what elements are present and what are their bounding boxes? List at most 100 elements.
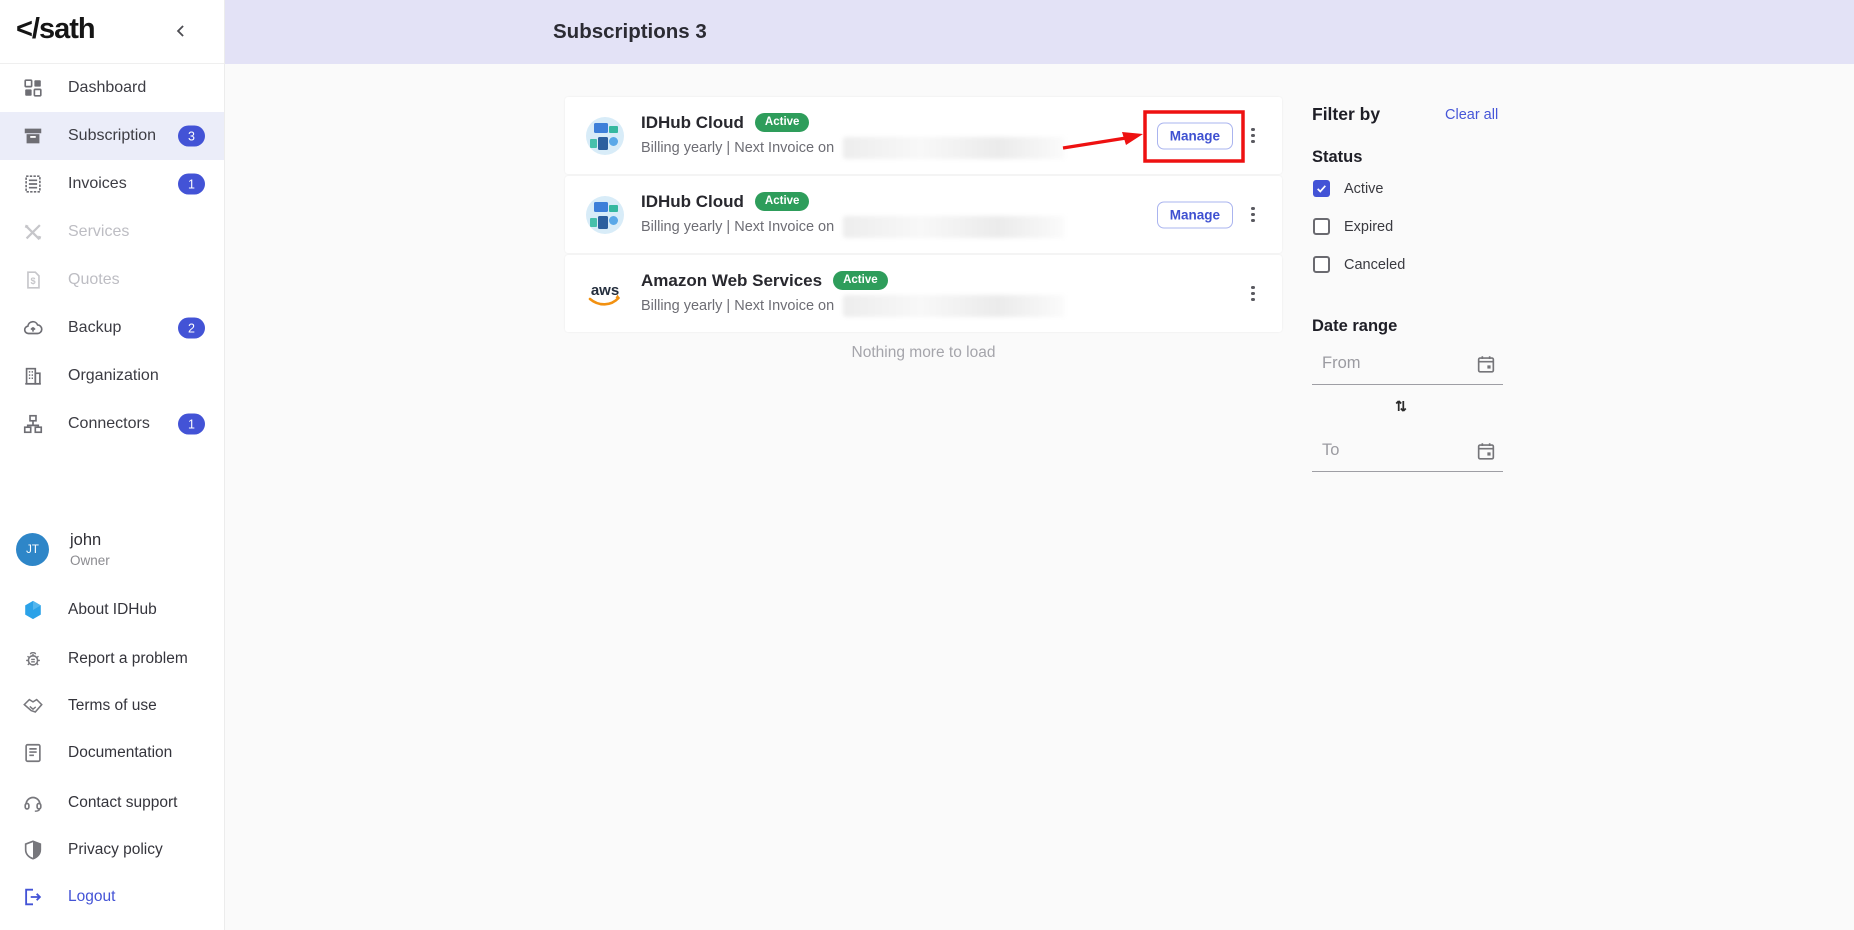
- sidebar-link-privacy-policy[interactable]: Privacy policy: [0, 830, 224, 870]
- calendar-icon[interactable]: [1475, 440, 1497, 462]
- manage-button[interactable]: Manage: [1157, 122, 1233, 149]
- sidebar-item-label: Subscription: [68, 127, 156, 145]
- quotes-icon: $: [22, 269, 44, 291]
- avatar: JT: [16, 533, 49, 566]
- sidebar-link-label: Terms of use: [68, 697, 157, 715]
- dashboard-icon: [22, 77, 44, 99]
- subscription-name: IDHub Cloud: [641, 113, 744, 133]
- sidebar-link-documentation[interactable]: Documentation: [0, 733, 224, 773]
- manage-button[interactable]: Manage: [1157, 201, 1233, 228]
- svg-text:$: $: [30, 276, 35, 286]
- sidebar-link-label: Documentation: [68, 744, 172, 762]
- redacted-invoice-date: [843, 137, 1065, 159]
- filter-option-label: Expired: [1344, 219, 1393, 235]
- sidebar-item-dashboard[interactable]: Dashboard: [0, 64, 224, 112]
- sidebar: </sath Dashboard Subscription 3: [0, 0, 225, 930]
- sidebar-item-services: Services: [0, 208, 224, 256]
- date-from-input[interactable]: [1322, 354, 1462, 373]
- organization-icon: [22, 365, 44, 387]
- sidebar-nav: Dashboard Subscription 3 Invoices 1: [0, 64, 224, 448]
- filter-option-expired[interactable]: Expired: [1313, 218, 1393, 235]
- subscription-card-idhub-1: IDHub Cloud Active Billing yearly | Next…: [565, 97, 1282, 174]
- sidebar-item-backup[interactable]: Backup 2: [0, 304, 224, 352]
- sidebar-link-contact-support[interactable]: Contact support: [0, 783, 224, 823]
- date-range-section-title: Date range: [1312, 317, 1397, 336]
- redacted-invoice-date: [843, 295, 1065, 317]
- date-to-input[interactable]: [1322, 441, 1462, 460]
- sidebar-item-label: Organization: [68, 367, 159, 385]
- checkbox-unchecked-icon[interactable]: [1313, 256, 1330, 273]
- user-profile[interactable]: JT john Owner: [16, 531, 110, 568]
- subscription-card-idhub-2: IDHub Cloud Active Billing yearly | Next…: [565, 176, 1282, 253]
- end-of-list-message: Nothing more to load: [565, 344, 1282, 362]
- subscription-count-badge: 3: [178, 126, 205, 147]
- status-section-title: Status: [1312, 148, 1362, 167]
- sidebar-item-label: Quotes: [68, 271, 120, 289]
- user-name: john: [70, 531, 110, 550]
- status-badge: Active: [755, 192, 810, 211]
- bug-icon: [22, 648, 44, 670]
- swap-dates-icon[interactable]: [1390, 395, 1412, 417]
- backup-icon: [22, 317, 44, 339]
- status-badge: Active: [833, 271, 888, 290]
- sidebar-link-logout[interactable]: Logout: [0, 877, 224, 917]
- checkbox-checked-icon[interactable]: [1313, 180, 1330, 197]
- sidebar-link-terms-of-use[interactable]: Terms of use: [0, 686, 224, 726]
- subscription-icon: [22, 125, 44, 147]
- sidebar-item-label: Connectors: [68, 415, 150, 433]
- shield-icon: [22, 839, 44, 861]
- calendar-icon[interactable]: [1475, 353, 1497, 375]
- subscriptions-page: </sath Dashboard Subscription 3: [0, 0, 1854, 930]
- idhub-cloud-illustration: [582, 114, 628, 158]
- sath-logo: </sath: [16, 13, 95, 46]
- sidebar-link-label: Logout: [68, 888, 115, 906]
- sidebar-collapse-icon[interactable]: [171, 21, 191, 41]
- subscription-name: Amazon Web Services: [641, 271, 822, 291]
- status-badge: Active: [755, 113, 810, 132]
- aws-logo: aws: [582, 272, 628, 316]
- sidebar-item-invoices[interactable]: Invoices 1: [0, 160, 224, 208]
- topbar: Subscriptions 3: [225, 0, 1854, 64]
- billing-info: Billing yearly | Next Invoice on: [641, 140, 834, 156]
- sidebar-link-label: Privacy policy: [68, 841, 163, 859]
- filter-option-active[interactable]: Active: [1313, 180, 1384, 197]
- clear-all-filters-link[interactable]: Clear all: [1445, 107, 1498, 123]
- sidebar-link-label: About IDHub: [68, 601, 157, 619]
- user-role: Owner: [70, 553, 110, 568]
- date-from-field[interactable]: [1312, 348, 1503, 385]
- sidebar-item-label: Backup: [68, 319, 121, 337]
- logo-row: </sath: [0, 0, 224, 64]
- logout-icon: [22, 886, 44, 908]
- filter-option-label: Active: [1344, 181, 1384, 197]
- kebab-menu-icon[interactable]: [1244, 282, 1262, 306]
- backup-count-badge: 2: [178, 318, 205, 339]
- connectors-icon: [22, 413, 44, 435]
- page-title: Subscriptions 3: [553, 20, 707, 44]
- subscription-list: IDHub Cloud Active Billing yearly | Next…: [565, 97, 1282, 334]
- redacted-invoice-date: [843, 216, 1065, 238]
- kebab-menu-icon[interactable]: [1244, 124, 1262, 148]
- sidebar-link-label: Contact support: [68, 794, 177, 812]
- sidebar-link-label: Report a problem: [68, 650, 188, 668]
- hexagon-logo-icon: [22, 599, 44, 621]
- sidebar-item-label: Services: [68, 223, 129, 241]
- date-to-field[interactable]: [1312, 435, 1503, 472]
- sidebar-item-label: Dashboard: [68, 79, 146, 97]
- svg-text:aws: aws: [591, 282, 619, 299]
- sidebar-item-organization[interactable]: Organization: [0, 352, 224, 400]
- connectors-count-badge: 1: [178, 414, 205, 435]
- headset-icon: [22, 792, 44, 814]
- billing-info: Billing yearly | Next Invoice on: [641, 298, 834, 314]
- filter-panel-title: Filter by: [1312, 104, 1380, 125]
- sidebar-link-report-problem[interactable]: Report a problem: [0, 639, 224, 679]
- filter-option-canceled[interactable]: Canceled: [1313, 256, 1405, 273]
- sidebar-item-connectors[interactable]: Connectors 1: [0, 400, 224, 448]
- kebab-menu-icon[interactable]: [1244, 203, 1262, 227]
- checkbox-unchecked-icon[interactable]: [1313, 218, 1330, 235]
- invoices-icon: [22, 173, 44, 195]
- services-icon: [22, 221, 44, 243]
- sidebar-link-about-idhub[interactable]: About IDHub: [0, 590, 224, 630]
- idhub-cloud-illustration: [582, 193, 628, 237]
- handshake-icon: [22, 695, 44, 717]
- sidebar-item-subscription[interactable]: Subscription 3: [0, 112, 224, 160]
